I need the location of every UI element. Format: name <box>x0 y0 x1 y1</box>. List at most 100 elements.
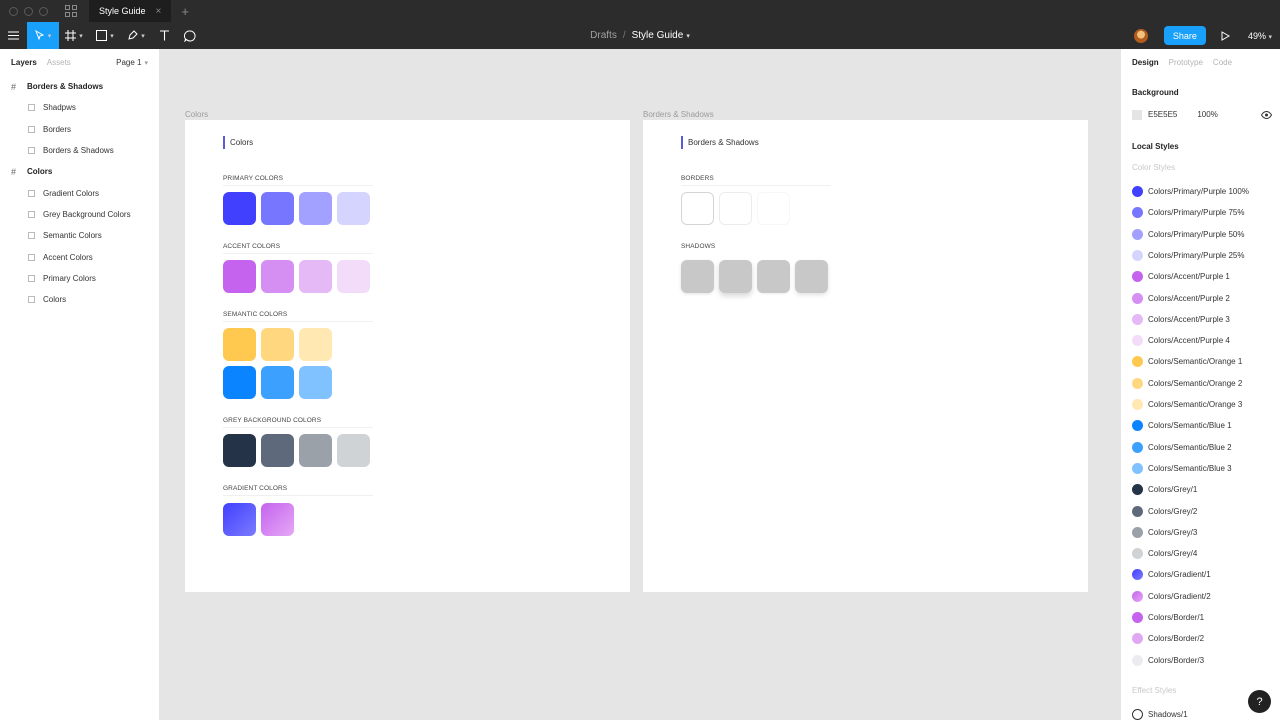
tab-assets[interactable]: Assets <box>47 58 71 67</box>
color-style-item[interactable]: Colors/Accent/Purple 1 <box>1132 270 1230 283</box>
chevron-down-icon[interactable]: ▾ <box>686 32 690 40</box>
color-style-item[interactable]: Colors/Grey/3 <box>1132 526 1197 539</box>
home-grid-icon[interactable] <box>65 5 77 17</box>
accent-swatch-3[interactable] <box>299 260 332 293</box>
close-tab-icon[interactable]: × <box>156 6 162 17</box>
orange-swatch-3[interactable] <box>299 328 332 361</box>
tab-design[interactable]: Design <box>1132 58 1159 67</box>
eye-icon[interactable] <box>1261 110 1272 119</box>
color-style-item[interactable]: Colors/Grey/4 <box>1132 547 1197 560</box>
layer-item[interactable]: Borders & Shadows <box>0 140 159 161</box>
gradient-swatch-2[interactable] <box>261 503 294 536</box>
move-tool-button[interactable]: ▾ <box>27 22 59 49</box>
main-menu-button[interactable] <box>0 22 27 49</box>
layer-item[interactable]: Shadpws <box>0 97 159 118</box>
frame-tool-button[interactable]: ▾ <box>59 22 89 49</box>
color-style-item[interactable]: Colors/Grey/2 <box>1132 505 1197 518</box>
layer-item[interactable]: Borders <box>0 119 159 140</box>
orange-swatch-2[interactable] <box>261 328 294 361</box>
layer-frame-item[interactable]: # Colors <box>0 161 159 182</box>
present-button[interactable] <box>1218 30 1234 41</box>
new-tab-icon[interactable]: + <box>181 4 189 19</box>
layer-frame-item[interactable]: # Borders & Shadows <box>0 76 159 97</box>
background-color-chip[interactable] <box>1132 109 1142 120</box>
tab-code[interactable]: Code <box>1213 58 1232 67</box>
accent-swatch-2[interactable] <box>261 260 294 293</box>
color-style-item[interactable]: Colors/Primary/Purple 75% <box>1132 206 1244 219</box>
border-swatch-3[interactable] <box>757 192 790 225</box>
border-swatch-2[interactable] <box>719 192 752 225</box>
color-style-item[interactable]: Colors/Accent/Purple 2 <box>1132 292 1230 305</box>
shadow-swatch-1[interactable] <box>681 260 714 293</box>
background-row[interactable]: E5E5E5 100% <box>1132 109 1272 120</box>
color-style-item[interactable]: Colors/Semantic/Orange 2 <box>1132 377 1242 390</box>
avatar[interactable] <box>1133 28 1148 43</box>
border-swatch-1[interactable] <box>681 192 714 225</box>
layer-item[interactable]: Accent Colors <box>0 246 159 267</box>
breadcrumb-drafts[interactable]: Drafts <box>590 30 617 41</box>
orange-swatch-1[interactable] <box>223 328 256 361</box>
background-hex[interactable]: E5E5E5 <box>1148 110 1177 119</box>
layer-item[interactable]: Primary Colors <box>0 268 159 289</box>
canvas[interactable]: Colors Colors PRIMARY COLORS ACCENT COLO… <box>160 49 1120 720</box>
help-button[interactable]: ? <box>1248 690 1271 713</box>
color-style-item[interactable]: Colors/Primary/Purple 25% <box>1132 249 1244 262</box>
color-style-item[interactable]: Colors/Semantic/Blue 3 <box>1132 462 1232 475</box>
pen-tool-button[interactable]: ▾ <box>121 22 151 49</box>
close-window-button[interactable] <box>9 6 18 16</box>
accent-swatch-4[interactable] <box>337 260 370 293</box>
color-style-item[interactable]: Colors/Primary/Purple 100% <box>1132 185 1249 198</box>
primary-swatch-1[interactable] <box>223 192 256 225</box>
minimize-window-button[interactable] <box>24 6 33 16</box>
blue-swatch-2[interactable] <box>261 366 294 399</box>
gradient-swatch-1[interactable] <box>223 503 256 536</box>
grey-swatch-1[interactable] <box>223 434 256 467</box>
page-selector[interactable]: Page 1 ▾ <box>116 58 148 67</box>
window-controls[interactable] <box>9 6 48 16</box>
tab-prototype[interactable]: Prototype <box>1169 58 1203 67</box>
layer-item[interactable]: Grey Background Colors <box>0 204 159 225</box>
color-style-item[interactable]: Colors/Border/1 <box>1132 611 1204 624</box>
frame-colors[interactable]: Colors PRIMARY COLORS ACCENT COLORS SEMA… <box>185 120 630 592</box>
grey-swatch-3[interactable] <box>299 434 332 467</box>
share-button[interactable]: Share <box>1163 26 1206 45</box>
color-style-item[interactable]: Colors/Semantic/Blue 1 <box>1132 419 1232 432</box>
zoom-dropdown[interactable]: 49% ▾ <box>1248 31 1272 41</box>
layer-item[interactable]: Semantic Colors <box>0 225 159 246</box>
file-tab[interactable]: Style Guide × <box>89 0 172 22</box>
color-style-item[interactable]: Colors/Accent/Purple 4 <box>1132 334 1230 347</box>
color-style-item[interactable]: Colors/Border/2 <box>1132 632 1204 645</box>
blue-swatch-1[interactable] <box>223 366 256 399</box>
color-style-item[interactable]: Colors/Gradient/2 <box>1132 590 1211 603</box>
file-name[interactable]: Style Guide <box>632 30 684 41</box>
shadow-swatch-4[interactable] <box>795 260 828 293</box>
maximize-window-button[interactable] <box>39 6 48 16</box>
text-tool-button[interactable] <box>151 22 177 49</box>
color-style-item[interactable]: Colors/Primary/Purple 50% <box>1132 228 1244 241</box>
color-style-item[interactable]: Colors/Semantic/Orange 1 <box>1132 355 1242 368</box>
color-style-item[interactable]: Colors/Border/3 <box>1132 654 1204 667</box>
shadow-swatch-2[interactable] <box>719 260 752 293</box>
primary-swatch-4[interactable] <box>337 192 370 225</box>
grey-swatch-4[interactable] <box>337 434 370 467</box>
frame-label-borders[interactable]: Borders & Shadows <box>643 110 714 119</box>
grey-swatch-2[interactable] <box>261 434 294 467</box>
effect-style-item[interactable]: Shadows/1 <box>1132 708 1188 720</box>
background-opacity[interactable]: 100% <box>1197 110 1217 119</box>
frame-borders-shadows[interactable]: Borders & Shadows BORDERS SHADOWS <box>643 120 1088 592</box>
shape-tool-button[interactable]: ▾ <box>89 22 121 49</box>
color-style-item[interactable]: Colors/Semantic/Orange 3 <box>1132 398 1242 411</box>
color-style-item[interactable]: Colors/Accent/Purple 3 <box>1132 313 1230 326</box>
color-style-item[interactable]: Colors/Grey/1 <box>1132 483 1197 496</box>
color-style-item[interactable]: Colors/Semantic/Blue 2 <box>1132 441 1232 454</box>
shadow-swatch-3[interactable] <box>757 260 790 293</box>
color-style-item[interactable]: Colors/Gradient/1 <box>1132 568 1211 581</box>
comment-tool-button[interactable] <box>177 22 203 49</box>
frame-label-colors[interactable]: Colors <box>185 110 208 119</box>
primary-swatch-3[interactable] <box>299 192 332 225</box>
layer-item[interactable]: Colors <box>0 289 159 310</box>
blue-swatch-3[interactable] <box>299 366 332 399</box>
primary-swatch-2[interactable] <box>261 192 294 225</box>
accent-swatch-1[interactable] <box>223 260 256 293</box>
layer-item[interactable]: Gradient Colors <box>0 182 159 203</box>
